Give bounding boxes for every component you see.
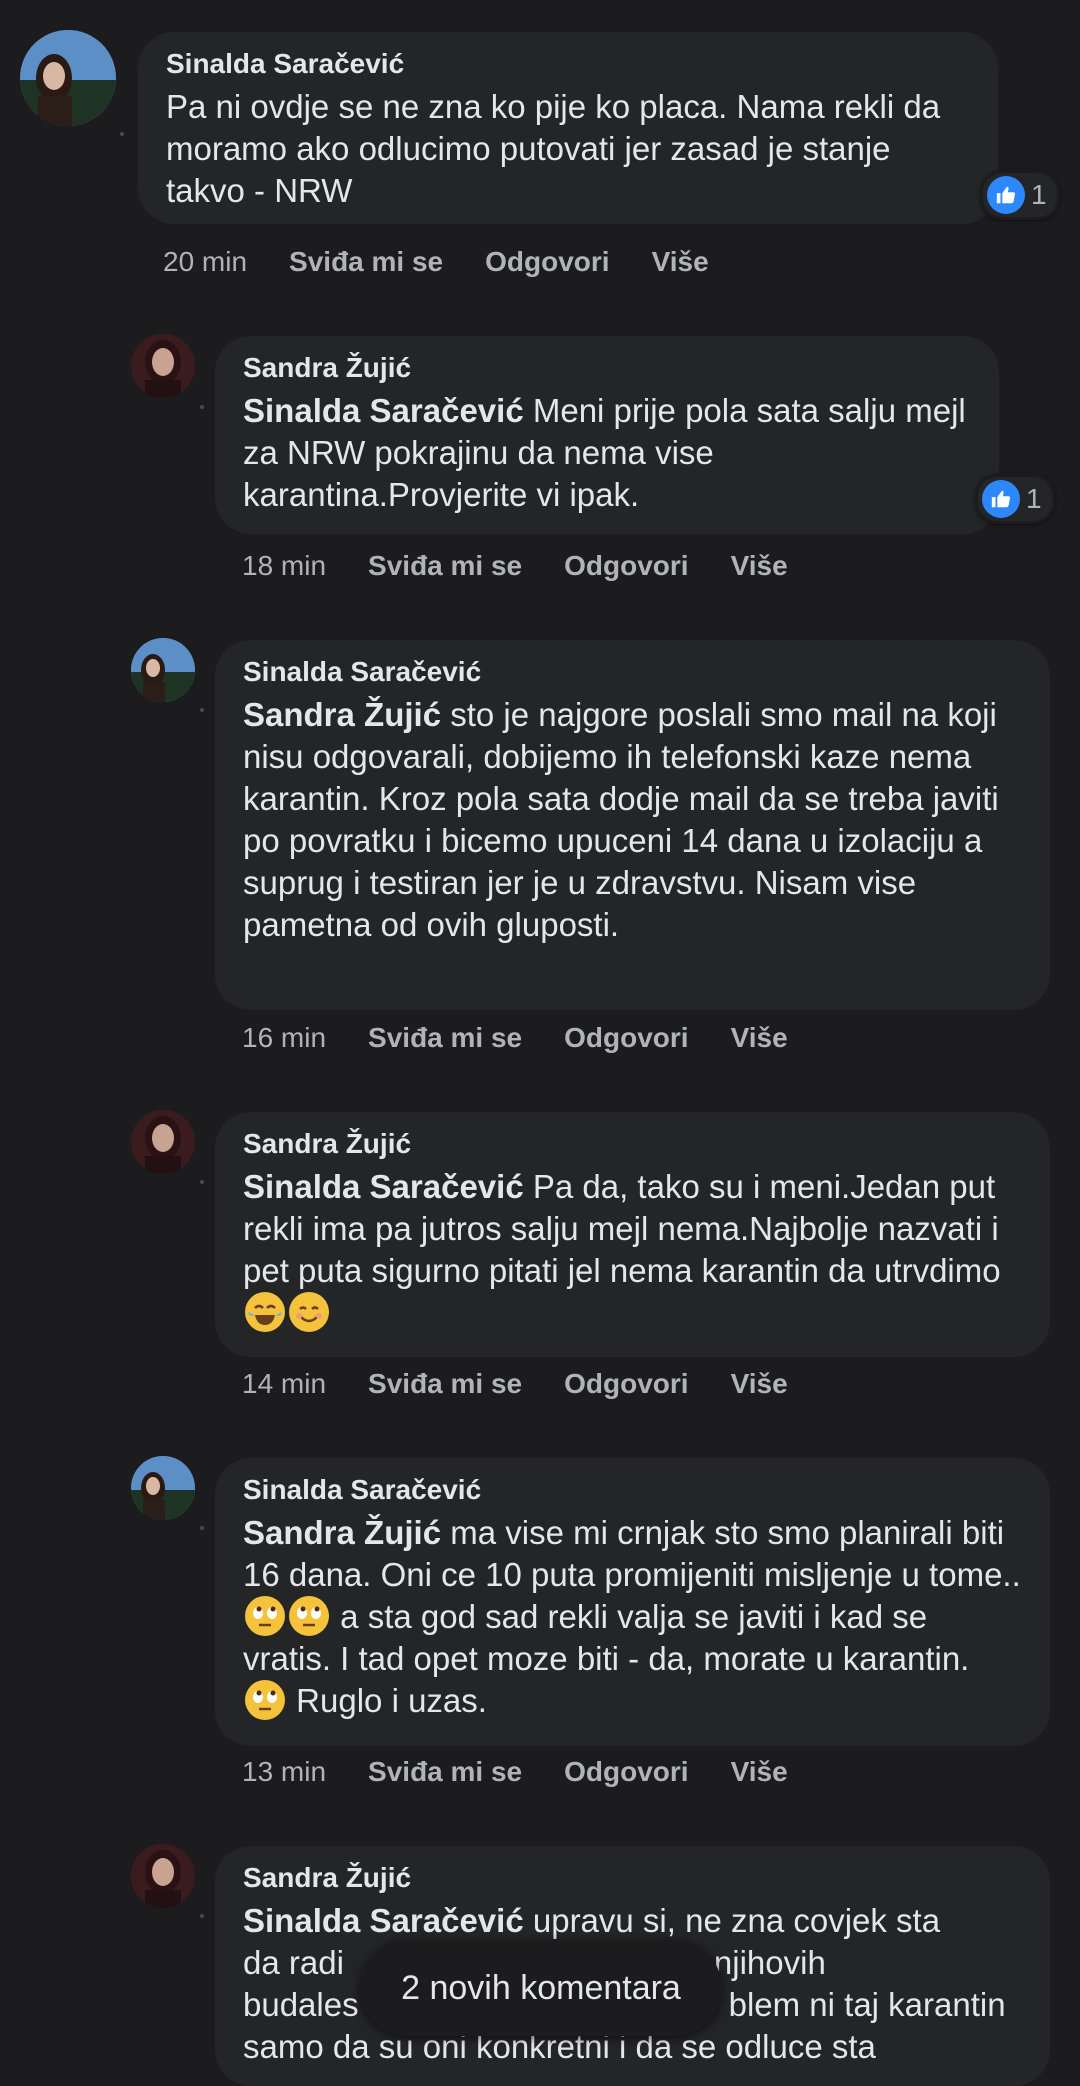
like-button[interactable]: Sviđa mi se xyxy=(368,1756,522,1788)
rolling-eyes-emoji xyxy=(289,1596,329,1636)
comment-text: Sandra Žujić ma vise mi crnjak sto smo p… xyxy=(243,1512,1022,1722)
comment-actions: 13 min Sviđa mi se Odgovori Više xyxy=(242,1756,830,1788)
reaction-count: 1 xyxy=(1026,483,1042,514)
avatar[interactable] xyxy=(131,1110,195,1174)
mention[interactable]: Sinalda Saračević xyxy=(243,1168,524,1205)
comment-text: Sinalda Saračević Meni prije pola sata s… xyxy=(243,390,971,516)
timestamp: 14 min xyxy=(242,1368,327,1399)
like-icon xyxy=(982,480,1020,518)
comment-thread: Sinalda Saračević Pa ni ovdje se ne zna … xyxy=(0,0,1080,2086)
comment-author[interactable]: Sinalda Saračević xyxy=(243,654,1022,690)
comment-bubble[interactable]: Sinalda Saračević Pa ni ovdje se ne zna … xyxy=(138,32,998,224)
like-icon xyxy=(987,176,1025,214)
like-button[interactable]: Sviđa mi se xyxy=(368,1022,522,1054)
mention[interactable]: Sinalda Saračević xyxy=(243,392,524,429)
thread-dot xyxy=(200,1526,204,1530)
avatar-scenic-image xyxy=(131,1456,195,1520)
comment-bubble[interactable]: Sandra Žujić Sinalda Saračević Meni prij… xyxy=(215,336,999,534)
comment-bubble[interactable]: Sandra Žujić Sinalda Saračević Pa da, ta… xyxy=(215,1112,1050,1357)
comment-body: blem ni taj karantin xyxy=(728,1986,1006,2023)
thread-dot xyxy=(120,132,124,136)
reply-button[interactable]: Odgovori xyxy=(564,1022,688,1054)
like-button[interactable]: Sviđa mi se xyxy=(368,1368,522,1400)
timestamp: 13 min xyxy=(242,1756,327,1787)
comment-text: Sinalda Saračević Pa da, tako su i meni.… xyxy=(243,1166,1022,1334)
avatar[interactable] xyxy=(20,30,116,126)
comment-author[interactable]: Sinalda Saračević xyxy=(166,46,970,82)
comment-author[interactable]: Sandra Žujić xyxy=(243,350,971,386)
rolling-eyes-emoji xyxy=(245,1596,285,1636)
mention[interactable]: Sinalda Saračević xyxy=(243,1902,524,1939)
comment-actions: 16 min Sviđa mi se Odgovori Više xyxy=(242,1022,830,1054)
new-comments-button[interactable]: 2 novih komentara xyxy=(360,1940,722,2036)
avatar-portrait-image xyxy=(131,334,195,398)
more-button[interactable]: Više xyxy=(652,246,709,278)
comment-actions: 20 min Sviđa mi se Odgovori Više xyxy=(163,246,751,278)
comment-body: sto je najgore poslali smo mail na koji … xyxy=(243,696,999,943)
mention[interactable]: Sandra Žujić xyxy=(243,1514,441,1551)
comment-body: budales xyxy=(243,1986,359,2023)
comment-body: njihovih xyxy=(713,1944,826,1981)
smiling-emoji xyxy=(289,1292,329,1332)
comment-body: a sta god sad rekli valja se javiti i ka… xyxy=(243,1598,970,1677)
reply-button[interactable]: Odgovori xyxy=(564,550,688,582)
comment-body: upravu si, ne zna covjek sta xyxy=(532,1902,941,1939)
reaction-count: 1 xyxy=(1031,179,1047,210)
comment-text: Sandra Žujić sto je najgore poslali smo … xyxy=(243,694,1022,946)
avatar[interactable] xyxy=(131,638,195,702)
reaction-badge[interactable]: 1 xyxy=(975,474,1055,524)
comment-bubble[interactable]: Sinalda Saračević Sandra Žujić ma vise m… xyxy=(215,1458,1050,1746)
comment-body: da radi xyxy=(243,1944,344,1981)
thread-dot xyxy=(200,708,204,712)
thread-dot xyxy=(200,1914,204,1918)
reply-button[interactable]: Odgovori xyxy=(485,246,609,278)
comment-author[interactable]: Sandra Žujić xyxy=(243,1126,1022,1162)
comment-body: Ruglo i uzas. xyxy=(296,1682,487,1719)
reply-button[interactable]: Odgovori xyxy=(564,1756,688,1788)
timestamp: 16 min xyxy=(242,1022,327,1053)
reply-button[interactable]: Odgovori xyxy=(564,1368,688,1400)
tears-of-joy-emoji xyxy=(245,1292,285,1332)
avatar-scenic-image xyxy=(131,638,195,702)
like-button[interactable]: Sviđa mi se xyxy=(289,246,443,278)
comment-bubble[interactable]: Sinalda Saračević Sandra Žujić sto je na… xyxy=(215,640,1050,1010)
thread-dot xyxy=(200,405,204,409)
avatar[interactable] xyxy=(131,334,195,398)
comment-author[interactable]: Sinalda Saračević xyxy=(243,1472,1022,1508)
avatar-portrait-image xyxy=(131,1844,195,1908)
timestamp: 18 min xyxy=(242,550,327,581)
more-button[interactable]: Više xyxy=(731,1368,788,1400)
avatar-scenic-image xyxy=(20,30,116,126)
avatar[interactable] xyxy=(131,1456,195,1520)
comment-author[interactable]: Sandra Žujić xyxy=(243,1860,1022,1896)
timestamp: 20 min xyxy=(163,246,248,277)
comment-text: Pa ni ovdje se ne zna ko pije ko placa. … xyxy=(166,88,941,209)
like-button[interactable]: Sviđa mi se xyxy=(368,550,522,582)
reaction-badge[interactable]: 1 xyxy=(980,170,1060,220)
comment-actions: 18 min Sviđa mi se Odgovori Više xyxy=(242,550,830,582)
rolling-eyes-emoji xyxy=(245,1680,285,1720)
comment-actions: 14 min Sviđa mi se Odgovori Više xyxy=(242,1368,830,1400)
thread-dot xyxy=(200,1180,204,1184)
more-button[interactable]: Više xyxy=(731,1022,788,1054)
more-button[interactable]: Više xyxy=(731,550,788,582)
mention[interactable]: Sandra Žujić xyxy=(243,696,441,733)
avatar[interactable] xyxy=(131,1844,195,1908)
avatar-portrait-image xyxy=(131,1110,195,1174)
more-button[interactable]: Više xyxy=(731,1756,788,1788)
